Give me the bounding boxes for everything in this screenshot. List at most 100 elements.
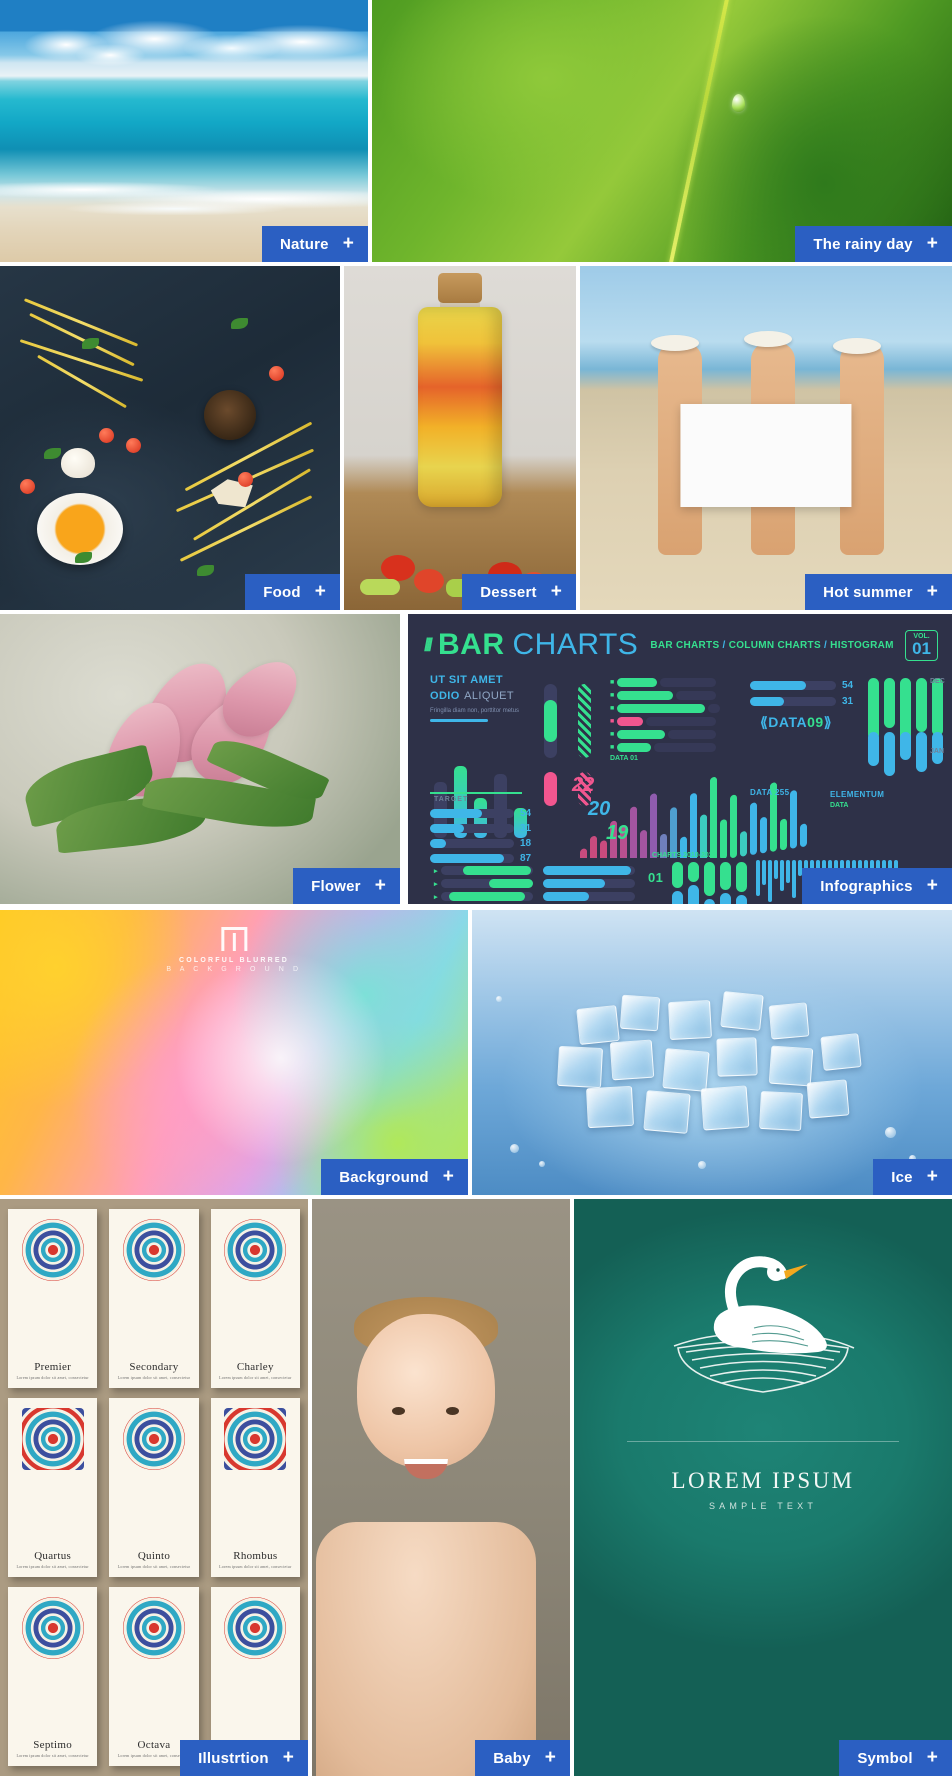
spice-bowl (204, 389, 256, 440)
gallery-tile-baby[interactable]: Baby + (312, 1199, 570, 1776)
mandala-icon (122, 1597, 185, 1659)
infographic-capsules (544, 684, 557, 806)
tile-caption-dessert[interactable]: Dessert + (462, 574, 576, 610)
preserve-bottle (418, 307, 502, 507)
page-title: LOREM IPSUM (671, 1468, 855, 1494)
plus-icon[interactable]: + (927, 1748, 938, 1767)
list-item[interactable]: Rhombus Lorem ipsum dolor sit amet, cons… (210, 1398, 300, 1577)
gallery-tile-food[interactable]: Food + (0, 266, 340, 610)
tile-caption-flower[interactable]: Flower + (293, 868, 400, 904)
gallery-tile-background[interactable]: COLORFUL BLURRED B A C K G R O U N D Bac… (0, 910, 468, 1195)
slashes-icon: /// (424, 634, 433, 655)
gallery-tile-rainy-day[interactable]: The rainy day + (372, 0, 952, 262)
tile-caption-symbol[interactable]: Symbol + (839, 1740, 952, 1776)
bottle-cork (438, 272, 482, 303)
gallery-tile-nature[interactable]: Nature + (0, 0, 368, 262)
list-item[interactable]: Secondary Lorem ipsum dolor sit amet, co… (109, 1209, 199, 1388)
dessert-photo (344, 266, 576, 610)
divider (626, 1440, 900, 1442)
gallery-tile-flower[interactable]: Flower + (0, 614, 400, 904)
tile-label: Dessert (480, 583, 537, 601)
tile-label: Ice (891, 1168, 913, 1186)
baby-head (356, 1314, 495, 1469)
tile-label: The rainy day (813, 235, 913, 253)
tile-label: Baby (493, 1749, 531, 1767)
plus-icon[interactable]: + (551, 582, 562, 601)
flower-photo (0, 614, 400, 904)
data09-badge: ⟪DATA09⟫ (760, 714, 832, 730)
mandala-icon (122, 1219, 185, 1281)
mandala-card-grid: Premier Lorem ipsum dolor sit amet, cons… (8, 1209, 300, 1766)
tile-label: Food (263, 583, 301, 601)
infographic-hbars-2: ▸ ▸ ▸ ▸ ▸ DATA 01 DATA 02 (434, 866, 635, 904)
tile-label: Flower (311, 877, 361, 895)
mandala-icon (21, 1219, 84, 1281)
gallery-tile-illustration[interactable]: Premier Lorem ipsum dolor sit amet, cons… (0, 1199, 308, 1776)
plus-icon[interactable]: + (927, 582, 938, 601)
infographic-title-bold: BAR (438, 628, 505, 661)
gallery-tile-dessert[interactable]: Dessert + (344, 266, 576, 610)
mandala-icon (224, 1408, 287, 1470)
grass-stem (666, 0, 732, 262)
plus-icon[interactable]: + (545, 1748, 556, 1767)
list-item[interactable]: Quartus Lorem ipsum dolor sit amet, cons… (8, 1398, 98, 1577)
infographic-data09-block: 54 31 ⟪DATA09⟫ (750, 680, 853, 731)
list-item[interactable]: Septimo Lorem ipsum dolor sit amet, cons… (8, 1587, 98, 1766)
swan-in-nest-icon (648, 1252, 878, 1407)
background-logo: COLORFUL BLURRED B A C K G R O U N D (166, 927, 301, 973)
infographic-rows: 01 02 (648, 870, 664, 904)
tile-caption-infographics[interactable]: Infographics + (802, 868, 952, 904)
tile-label: Nature (279, 235, 329, 253)
tile-label: Illustrtion (198, 1749, 269, 1767)
blank-banner (680, 403, 852, 507)
baby-body (315, 1522, 536, 1776)
pillar-icon (221, 927, 247, 952)
mandala-icon (21, 1408, 84, 1470)
tile-caption-rainy-day[interactable]: The rainy day + (795, 226, 952, 262)
infographic-body: UT SIT AMET ODIO ALIQUET Fringilla diam … (420, 670, 945, 904)
list-item[interactable]: Premier Lorem ipsum dolor sit amet, cons… (8, 1209, 98, 1388)
tile-label: Background (339, 1168, 429, 1186)
image-gallery: Nature + The rainy day + Food + Dessert … (0, 0, 952, 1776)
plus-icon[interactable]: + (375, 876, 386, 895)
tile-caption-food[interactable]: Food + (245, 574, 340, 610)
food-photo (0, 266, 340, 610)
infographic-subtitle: BAR CHARTS / COLUMN CHARTS / HISTOGRAM (650, 639, 894, 651)
mandala-icon (224, 1597, 287, 1659)
water-droplet (731, 94, 745, 113)
infographics-poster: /// BAR CHARTS BAR CHARTS / COLUMN CHART… (408, 614, 952, 904)
gallery-tile-hot-summer[interactable]: Hot summer + (580, 266, 952, 610)
tile-label: Infographics (820, 877, 913, 895)
symbol-logo-card: LOREM IPSUM SAMPLE TEXT (574, 1199, 952, 1776)
plus-icon[interactable]: + (443, 1167, 454, 1186)
garlic-bulb (61, 448, 96, 479)
plus-icon[interactable]: + (283, 1748, 294, 1767)
illustration-collage: Premier Lorem ipsum dolor sit amet, cons… (0, 1199, 308, 1776)
plus-icon[interactable]: + (927, 876, 938, 895)
gallery-tile-infographics[interactable]: /// BAR CHARTS BAR CHARTS / COLUMN CHART… (408, 614, 952, 904)
list-item[interactable]: Charley Lorem ipsum dolor sit amet, cons… (210, 1209, 300, 1388)
tile-caption-hot-summer[interactable]: Hot summer + (805, 574, 952, 610)
tile-label: Symbol (857, 1749, 913, 1767)
tile-label: Hot summer (823, 583, 913, 601)
tile-caption-illustration[interactable]: Illustrtion + (180, 1740, 308, 1776)
infographic-text-block: UT SIT AMET ODIO ALIQUET Fringilla diam … (430, 674, 534, 722)
tile-caption-ice[interactable]: Ice + (873, 1159, 952, 1195)
infographic-hbars-1: ■ ■ ■ ■ ■ ■ DATA 01 (610, 678, 730, 762)
tile-caption-nature[interactable]: Nature + (261, 226, 368, 262)
tile-caption-background[interactable]: Background + (321, 1159, 468, 1195)
plus-icon[interactable]: + (315, 582, 326, 601)
plus-icon[interactable]: + (343, 234, 354, 253)
list-item[interactable]: Quinto Lorem ipsum dolor sit amet, conse… (109, 1398, 199, 1577)
tile-caption-baby[interactable]: Baby + (475, 1740, 570, 1776)
page-subtitle: SAMPLE TEXT (708, 1501, 818, 1512)
gallery-tile-ice[interactable]: Ice + (472, 910, 952, 1195)
plus-icon[interactable]: + (927, 234, 938, 253)
mandala-icon (122, 1408, 185, 1470)
ice-photo (472, 910, 952, 1195)
nature-photo (0, 0, 368, 262)
mandala-icon (21, 1597, 84, 1659)
plus-icon[interactable]: + (927, 1167, 938, 1186)
infographic-header: /// BAR CHARTS BAR CHARTS / COLUMN CHART… (420, 624, 940, 670)
gallery-tile-symbol[interactable]: LOREM IPSUM SAMPLE TEXT Symbol + (574, 1199, 952, 1776)
